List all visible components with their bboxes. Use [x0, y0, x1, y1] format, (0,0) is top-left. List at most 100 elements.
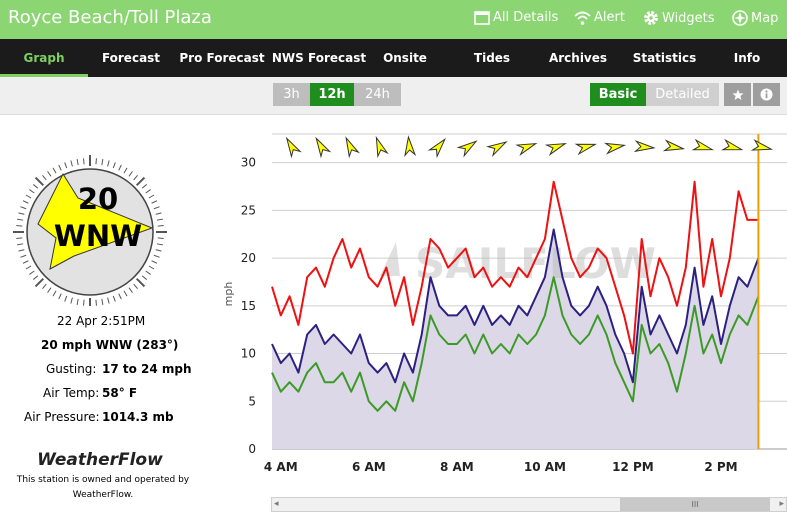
compass-tick	[22, 200, 29, 204]
info-button[interactable]	[753, 83, 780, 106]
tab-info[interactable]: Info	[715, 39, 779, 77]
compass-tick	[118, 164, 122, 171]
compass-tick	[42, 174, 47, 181]
compass-tick	[128, 287, 133, 293]
compass-tick	[76, 159, 79, 166]
compass-tick	[58, 293, 62, 300]
compass-icon	[732, 10, 748, 26]
compass-tick	[151, 200, 158, 204]
compass-tick	[83, 158, 85, 165]
wind-direction-arrow	[404, 135, 417, 158]
compass-tick	[42, 283, 47, 290]
x-tick-label: 8 AM	[440, 460, 474, 474]
compass-tick	[148, 265, 155, 270]
star-icon	[732, 89, 743, 100]
compass-tick	[95, 158, 97, 165]
all-details-label: All Details	[493, 10, 559, 25]
y-tick-label: 20	[241, 251, 256, 265]
compass-tick	[157, 237, 164, 239]
compass-tick	[76, 298, 79, 305]
tab-pro-forecast[interactable]: Pro Forecast	[174, 39, 270, 77]
compass-tick	[20, 206, 27, 210]
compass-tick	[18, 212, 25, 215]
sailflow-sail-icon	[380, 242, 400, 276]
tab-nws-forecast[interactable]: NWS Forecast	[270, 39, 368, 77]
compass-tick	[17, 243, 24, 246]
range-12h-button[interactable]: 12h	[310, 83, 354, 106]
wind-direction-arrow	[662, 139, 686, 152]
compass-tick	[153, 206, 160, 210]
wind-direction-arrow	[691, 138, 714, 151]
y-axis-label: mph	[222, 282, 235, 307]
compass-tick	[157, 225, 164, 227]
range-3h-button[interactable]: 3h	[273, 83, 310, 106]
wind-direction-arrow	[603, 142, 627, 155]
scroll-thumb[interactable]: III	[620, 498, 770, 511]
tab-archives[interactable]: Archives	[542, 39, 614, 77]
wind-direction-arrow	[427, 137, 447, 159]
compass-tick	[25, 194, 32, 199]
compass-tick	[20, 254, 27, 258]
wind-compass: 20 WNW	[13, 155, 167, 306]
compass-tick	[148, 194, 155, 199]
compass-tick	[155, 212, 162, 215]
compass-tick	[32, 184, 39, 189]
compass-tick	[70, 160, 73, 167]
scroll-right-icon[interactable]: ▸	[779, 498, 784, 511]
wind-direction-arrow	[456, 140, 478, 158]
chart-scrollbar[interactable]: ◂ III ▸	[271, 497, 787, 512]
compass-tick	[47, 287, 52, 293]
wind-direction-arrow	[486, 141, 508, 158]
range-24h-button[interactable]: 24h	[354, 83, 401, 106]
compass-tick	[58, 164, 62, 171]
air-pressure-label: Air Pressure:	[24, 410, 100, 424]
air-pressure-value: 1014.3 mb	[102, 410, 174, 424]
compass-tick	[52, 167, 57, 174]
compass-tick	[155, 249, 162, 252]
compass-tick	[22, 260, 29, 264]
x-tick-label: 12 PM	[612, 460, 654, 474]
alert-label: Alert	[594, 10, 625, 25]
compass-tick	[52, 290, 57, 297]
compass-tick	[141, 275, 148, 280]
wind-direction-arrow	[574, 143, 597, 156]
compass-tick	[101, 159, 104, 166]
detailed-view-button[interactable]: Detailed	[646, 83, 719, 106]
weatherflow-logo: WeatherFlow	[37, 450, 163, 470]
compass-tick	[156, 218, 163, 221]
x-tick-label: 2 PM	[704, 460, 737, 474]
widgets-link[interactable]: Widgets	[643, 10, 715, 26]
tab-statistics[interactable]: Statistics	[614, 39, 715, 77]
compass-tick	[95, 299, 97, 306]
compass-tick	[118, 293, 122, 300]
all-details-link[interactable]: All Details	[474, 10, 558, 25]
wind-speed-readout: 20	[78, 182, 118, 216]
wind-direction-arrow	[345, 136, 360, 159]
compass-tick	[156, 243, 163, 246]
info-icon	[760, 88, 773, 101]
tab-onsite[interactable]: Onsite	[368, 39, 442, 77]
compass-tick	[64, 162, 68, 169]
wind-direction-arrow	[721, 138, 744, 151]
main-nav: Graph Forecast Pro Forecast NWS Forecast…	[0, 39, 787, 77]
tab-forecast[interactable]: Forecast	[88, 39, 174, 77]
tab-graph[interactable]: Graph	[0, 39, 88, 77]
wind-chart: SAILFLOW 0 5 10 15 20 25 30 4 AM 6 AM 8 AM 10 AM 1…	[210, 116, 787, 514]
map-link[interactable]: Map	[732, 10, 778, 26]
scroll-left-icon[interactable]: ◂	[274, 498, 279, 511]
basic-view-button[interactable]: Basic	[590, 83, 646, 106]
title-bar: Royce Beach/Toll Plaza All Details Alert…	[0, 0, 787, 39]
tab-tides[interactable]: Tides	[442, 39, 542, 77]
compass-tick	[16, 225, 23, 227]
compass-tick	[141, 184, 148, 189]
compass-tick	[123, 290, 128, 297]
credit-line-2: WeatherFlow.	[72, 490, 134, 500]
gear-icon	[644, 11, 658, 25]
alert-link[interactable]: Alert	[574, 10, 625, 25]
compass-tick	[145, 189, 151, 194]
wind-direction-arrow	[315, 136, 332, 159]
window-icon	[474, 10, 490, 25]
compass-tick	[64, 295, 68, 302]
favorite-button[interactable]	[724, 83, 751, 106]
wind-direction-arrow	[515, 142, 538, 156]
